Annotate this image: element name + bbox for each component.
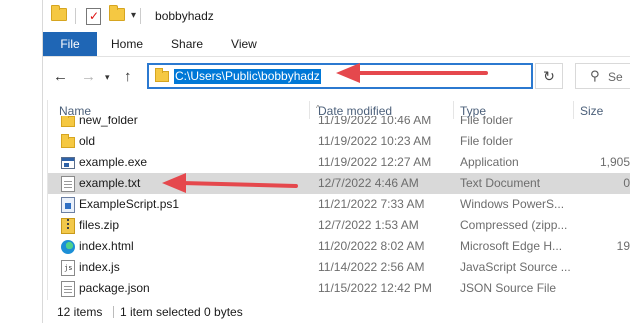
title-bar: ▾ bobbyhadz: [43, 0, 630, 32]
back-arrow-icon[interactable]: ←: [53, 68, 68, 85]
file-date-modified: 12/7/2022 4:46 AM: [318, 176, 419, 190]
file-row[interactable]: example.txt 12/7/2022 4:46 AM Text Documen…: [48, 173, 630, 194]
file-date-modified: 11/21/2022 7:33 AM: [318, 197, 425, 211]
file-date-modified: 11/15/2022 12:42 PM: [318, 281, 432, 295]
file-size: 1,905: [599, 155, 630, 169]
refresh-icon: ↻: [543, 67, 555, 84]
file-date-modified: 12/7/2022 1:53 AM: [318, 218, 419, 232]
file-date-modified: 11/19/2022 10:23 AM: [318, 134, 432, 148]
file-size: 0: [623, 176, 630, 190]
search-input[interactable]: ⚲ Se: [575, 63, 630, 89]
file-type: Application: [460, 155, 519, 169]
file-list: new_folder 11/19/2022 10:46 AM File folder…: [48, 116, 630, 298]
file-type: Microsoft Edge H...: [460, 239, 563, 253]
file-name: old: [79, 134, 96, 148]
file-type: JSON Source File: [460, 281, 557, 295]
js-file-icon: [61, 260, 75, 276]
file-name: index.js: [79, 260, 120, 274]
file-row[interactable]: index.js 11/14/2022 2:56 AM JavaScript Sou…: [48, 257, 630, 278]
file-row[interactable]: index.html 11/20/2022 8:02 AM Microsoft Ed…: [48, 236, 630, 257]
file-type: JavaScript Source ...: [460, 260, 571, 274]
file-type: Text Document: [460, 176, 541, 190]
file-date-modified: 11/20/2022 8:02 AM: [318, 239, 425, 253]
file-type: Windows PowerS...: [460, 197, 565, 211]
folder-icon: [61, 116, 75, 127]
file-name: files.zip: [79, 218, 120, 232]
powershell-file-icon: [61, 197, 75, 213]
file-explorer-window: ▾ bobbyhadz File Home Share View ← → ▾ ↑…: [0, 0, 630, 323]
json-file-icon: [61, 281, 75, 297]
edge-icon: [61, 240, 75, 254]
file-date-modified: 11/14/2022 2:56 AM: [318, 260, 425, 274]
file-name: example.exe: [79, 155, 148, 169]
up-arrow-icon[interactable]: ↑: [124, 68, 132, 85]
file-name: example.txt: [79, 176, 141, 190]
zip-icon: [61, 218, 75, 234]
tab-view[interactable]: View: [217, 32, 271, 56]
quick-access-folder-icon[interactable]: [51, 5, 67, 24]
selection-info: 1 item selected 0 bytes: [120, 305, 243, 319]
item-count: 12 items: [57, 305, 103, 319]
file-name: ExampleScript.ps1: [79, 197, 180, 211]
file-row[interactable]: files.zip 12/7/2022 1:53 AM Compressed (zi…: [48, 215, 630, 236]
file-row[interactable]: package.json 11/15/2022 12:42 PM JSON Sour…: [48, 278, 630, 298]
text-file-icon: [61, 176, 75, 192]
tab-home[interactable]: Home: [97, 32, 157, 56]
file-name: package.json: [79, 281, 150, 295]
address-path[interactable]: C:\Users\Public\bobbyhadz: [174, 69, 321, 84]
file-date-modified: 11/19/2022 10:46 AM: [318, 116, 432, 127]
window-title: bobbyhadz: [155, 9, 214, 23]
refresh-button[interactable]: ↻: [535, 63, 563, 89]
folder-icon: [155, 68, 169, 82]
status-bar: 12 items 1 item selected 0 bytes: [43, 300, 630, 323]
divider: [75, 8, 76, 24]
file-size: 19: [616, 239, 630, 253]
divider: [140, 8, 142, 24]
file-type: Compressed (zipp...: [460, 218, 568, 232]
file-row[interactable]: ExampleScript.ps1 11/21/2022 7:33 AM Windo…: [48, 194, 630, 215]
file-row[interactable]: example.exe 11/19/2022 12:27 AM Applicatio…: [48, 152, 630, 173]
ribbon-tabs: File Home Share View: [43, 32, 630, 57]
file-row[interactable]: new_folder 11/19/2022 10:46 AM File folder: [48, 116, 630, 131]
file-type: File folder: [460, 134, 513, 148]
address-row: ← → ▾ ↑ C:\Users\Public\bobbyhadz ⌄ ↻ ⚲ …: [43, 58, 630, 96]
tab-share[interactable]: Share: [157, 32, 217, 56]
forward-arrow-icon[interactable]: →: [81, 68, 96, 85]
folder-icon: [61, 134, 75, 148]
divider: [113, 306, 114, 318]
customize-toolbar-dropdown-icon[interactable]: ▾: [131, 11, 136, 21]
file-date-modified: 11/19/2022 12:27 AM: [318, 155, 432, 169]
search-icon: ⚲: [590, 68, 600, 83]
search-placeholder: Se: [608, 70, 623, 84]
properties-icon[interactable]: [86, 7, 101, 25]
file-name: new_folder: [79, 116, 138, 127]
file-name: index.html: [79, 239, 134, 253]
recent-locations-chevron-icon[interactable]: ▾: [105, 72, 110, 83]
address-bar[interactable]: C:\Users\Public\bobbyhadz ⌄: [147, 63, 627, 89]
tab-file[interactable]: File: [43, 32, 97, 56]
file-type: File folder: [460, 116, 513, 127]
file-row[interactable]: old 11/19/2022 10:23 AM File folder: [48, 131, 630, 152]
exe-icon: [61, 157, 75, 169]
new-folder-icon[interactable]: [109, 5, 125, 24]
